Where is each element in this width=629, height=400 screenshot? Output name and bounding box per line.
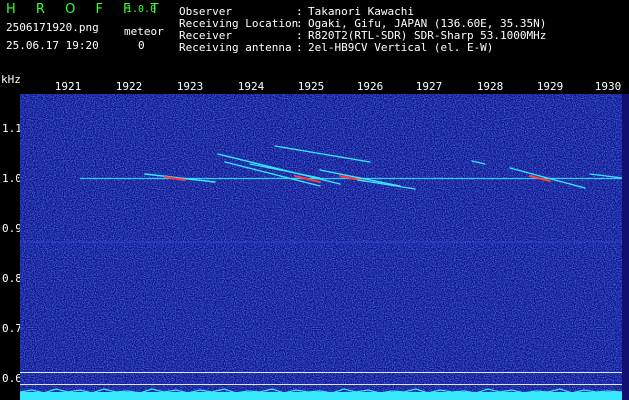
x-tick-label: 1930: [594, 80, 622, 93]
datetime: 25.06.17 19:20: [6, 39, 99, 52]
app-version: 1.0.0: [126, 4, 157, 15]
hrofft-window: H R O F F T 1.0.0 2506171920.png 25.06.1…: [0, 0, 629, 400]
meteor-count: 0: [138, 39, 145, 52]
noise-floor-band: [20, 392, 622, 400]
y-tick-label: 0.7: [2, 322, 22, 335]
x-tick-label: 1925: [297, 80, 325, 93]
y-tick-label: 1.0: [2, 172, 22, 185]
file-name: 2506171920.png: [6, 21, 99, 34]
x-tick-label: 1923: [176, 80, 204, 93]
y-tick-label: 1.1: [2, 122, 22, 135]
meteor-label: meteor: [124, 25, 164, 38]
spectrogram: [20, 94, 622, 400]
y-unit-label: kHz: [1, 73, 21, 86]
right-edge-strip: [622, 94, 629, 400]
x-tick-label: 1927: [415, 80, 443, 93]
x-tick-label: 1926: [356, 80, 384, 93]
y-tick-label: 0.6: [2, 372, 22, 385]
y-tick-label: 0.9: [2, 222, 22, 235]
x-tick-label: 1921: [54, 80, 82, 93]
x-tick-label: 1928: [476, 80, 504, 93]
info-antenna: Receiving antenna:2el-HB9CV Vertical (el…: [179, 41, 494, 54]
x-tick-label: 1924: [237, 80, 265, 93]
x-tick-label: 1929: [536, 80, 564, 93]
y-tick-label: 0.8: [2, 272, 22, 285]
noise-texture: [20, 94, 622, 400]
x-tick-label: 1922: [115, 80, 143, 93]
